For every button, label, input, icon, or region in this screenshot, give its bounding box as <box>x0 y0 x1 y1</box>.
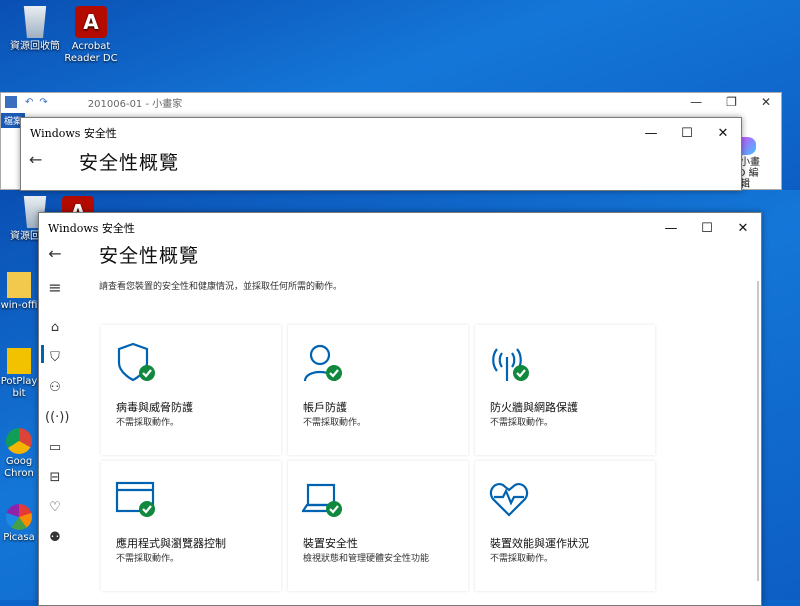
minimize-icon[interactable]: — <box>690 95 702 109</box>
potplayer-icon <box>7 348 31 374</box>
card-virus-protection[interactable]: 病毒與威脅防護 不需採取動作。 <box>101 325 281 455</box>
redo-icon[interactable]: ↷ <box>39 97 47 108</box>
person-icon <box>303 344 342 382</box>
maximize-icon[interactable]: ☐ <box>669 118 705 148</box>
hamburger-menu-icon[interactable]: ≡ <box>45 279 65 297</box>
back-arrow-icon[interactable]: ← <box>29 150 49 169</box>
heart-icon[interactable]: ♡ <box>45 499 65 517</box>
nav-rail: ← ≡ ⌂ ⛉ ⚇ ((·)) ▭ ⊟ ♡ ⚉ <box>39 243 75 605</box>
card-firewall-network[interactable]: 防火牆與網路保護 不需採取動作。 <box>475 325 655 455</box>
restore-icon[interactable]: ❐ <box>726 95 737 109</box>
folder-icon <box>7 272 31 298</box>
card-device-performance[interactable]: 裝置效能與運作狀況 不需採取動作。 <box>475 461 655 591</box>
window-title: Windows 安全性 <box>30 127 117 140</box>
acrobat-icon: A <box>75 6 107 38</box>
card-title: 裝置效能與運作狀況 <box>490 537 589 550</box>
shield-icon <box>117 343 155 382</box>
page-title: 安全性概覽 <box>99 245 200 267</box>
card-app-browser-control[interactable]: 應用程式與瀏覽器控制 不需採取動作。 <box>101 461 281 591</box>
card-status: 不需採取動作。 <box>490 418 554 428</box>
wifi-antenna-icon <box>492 348 529 381</box>
close-icon[interactable]: ✕ <box>761 95 771 109</box>
card-status: 不需採取動作。 <box>303 418 367 428</box>
card-status: 檢視狀態和管理硬體安全性功能 <box>303 554 430 564</box>
card-title: 應用程式與瀏覽器控制 <box>116 537 226 550</box>
paint-titlebar: ↶ ↷ 201006-01 - 小畫家 <box>1 93 781 111</box>
window-controls: — ☐ ✕ <box>653 213 761 243</box>
desktop-icon-acrobat[interactable]: A Acrobat Reader DC <box>56 6 126 65</box>
chrome-icon <box>6 428 32 454</box>
laptop-icon <box>302 483 342 517</box>
window-title: Windows 安全性 <box>48 222 135 235</box>
recycle-bin-icon <box>23 6 47 38</box>
wifi-antenna-icon[interactable]: ((·)) <box>45 409 69 427</box>
desktop-icon-win-office[interactable]: win-offi <box>0 272 38 312</box>
page-title: 安全性概覽 <box>79 152 180 174</box>
laptop-icon[interactable]: ⊟ <box>45 469 65 487</box>
save-icon[interactable] <box>5 96 17 108</box>
card-status: 不需採取動作。 <box>490 554 554 564</box>
card-title: 帳戶防護 <box>303 401 347 414</box>
security-window: Windows 安全性 — ☐ ✕ ← ≡ ⌂ ⛉ ⚇ ((·)) ▭ ⊟ ♡ … <box>38 212 762 606</box>
close-icon[interactable]: ✕ <box>705 118 741 148</box>
security-window-back: Windows 安全性 — ☐ ✕ ← 安全性概覽 <box>20 117 742 191</box>
app-browser-icon <box>115 481 155 517</box>
undo-icon[interactable]: ↶ <box>25 97 33 108</box>
titlebar: Windows 安全性 — ☐ ✕ <box>21 118 741 148</box>
close-icon[interactable]: ✕ <box>725 213 761 243</box>
picasa-icon <box>6 504 32 530</box>
card-device-security[interactable]: 裝置安全性 檢視狀態和管理硬體安全性功能 <box>288 461 468 591</box>
desktop-icon-picasa[interactable]: Picasa <box>0 504 38 544</box>
back-arrow-icon[interactable]: ← <box>45 245 65 263</box>
heart-pulse-icon <box>489 483 529 517</box>
card-title: 防火牆與網路保護 <box>490 401 578 414</box>
person-icon[interactable]: ⚇ <box>45 379 65 397</box>
nav-active-indicator <box>41 345 44 363</box>
desktop-icon-potplayer[interactable]: PotPlay bit <box>0 348 38 400</box>
window-controls: — ☐ ✕ <box>633 118 741 148</box>
card-title: 裝置安全性 <box>303 537 358 550</box>
minimize-icon[interactable]: — <box>653 213 689 243</box>
page-subtitle: 請查看您裝置的安全性和健康情況，並採取任何所需的動作。 <box>99 282 343 292</box>
minimize-icon[interactable]: — <box>633 118 669 148</box>
card-account-protection[interactable]: 帳戶防護 不需採取動作。 <box>288 325 468 455</box>
scrollbar[interactable] <box>757 281 759 581</box>
home-icon[interactable]: ⌂ <box>45 319 65 337</box>
shield-icon[interactable]: ⛉ <box>45 349 65 367</box>
desktop-icon-chrome[interactable]: Goog Chron <box>0 428 38 480</box>
family-icon[interactable]: ⚉ <box>45 529 65 547</box>
app-browser-icon[interactable]: ▭ <box>45 439 65 457</box>
paint-title: 201006-01 - 小畫家 <box>87 98 183 110</box>
paint-window-controls: — ❐ ✕ <box>690 95 771 109</box>
titlebar: Windows 安全性 — ☐ ✕ <box>39 213 761 243</box>
card-status: 不需採取動作。 <box>116 554 180 564</box>
maximize-icon[interactable]: ☐ <box>689 213 725 243</box>
card-status: 不需採取動作。 <box>116 418 180 428</box>
card-title: 病毒與威脅防護 <box>116 401 193 414</box>
